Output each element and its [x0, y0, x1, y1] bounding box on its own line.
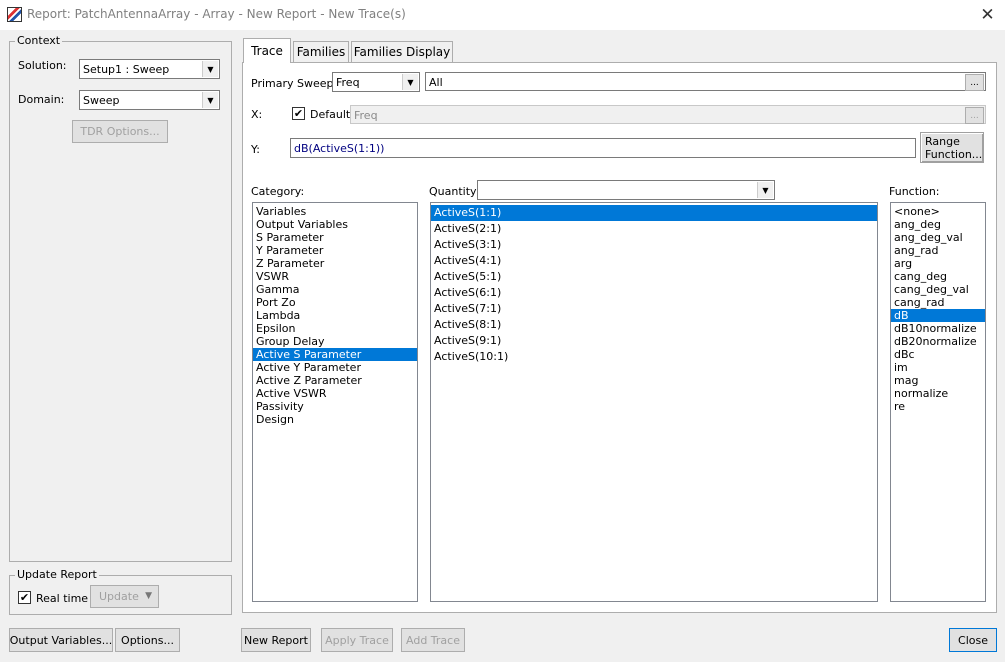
function-list-item[interactable]: dB20normalize	[891, 335, 985, 348]
quantity-list-item[interactable]: ActiveS(7:1)	[431, 301, 877, 317]
quantity-list-item[interactable]: ActiveS(10:1)	[431, 349, 877, 365]
quantity-list-item[interactable]: ActiveS(4:1)	[431, 253, 877, 269]
function-list-item[interactable]: cang_deg_val	[891, 283, 985, 296]
category-list-item[interactable]: Epsilon	[253, 322, 417, 335]
category-list-item[interactable]: Active S Parameter	[253, 348, 417, 361]
primary-sweep-range-value: All	[429, 76, 443, 89]
function-list-item[interactable]: ang_deg_val	[891, 231, 985, 244]
realtime-checkbox[interactable]: ✔	[18, 591, 31, 604]
quantity-list[interactable]: ActiveS(1:1) ActiveS(2:1) ActiveS(3:1) Acti…	[430, 202, 878, 602]
new-report-button[interactable]: New Report	[241, 628, 311, 652]
close-button[interactable]: Close	[949, 628, 997, 652]
category-label: Category:	[251, 185, 305, 198]
checkmark-icon: ✔	[293, 107, 304, 120]
function-list-item[interactable]: dB10normalize	[891, 322, 985, 335]
tdr-options-button[interactable]: TDR Options...	[72, 120, 168, 143]
realtime-label: Real time	[36, 592, 89, 605]
x-value: Freq	[354, 109, 378, 122]
category-list-item[interactable]: Variables	[253, 205, 417, 218]
quantity-list-item[interactable]: ActiveS(8:1)	[431, 317, 877, 333]
y-expression-input[interactable]: dB(ActiveS(1:1))	[290, 138, 916, 158]
primary-sweep-range-field[interactable]: All ...	[425, 72, 986, 91]
chevron-down-icon[interactable]: ▼	[202, 92, 218, 108]
quantity-list-item[interactable]: ActiveS(5:1)	[431, 269, 877, 285]
tab-trace[interactable]: Trace	[243, 38, 291, 63]
function-list-item[interactable]: arg	[891, 257, 985, 270]
category-list-item[interactable]: Group Delay	[253, 335, 417, 348]
quantity-label: Quantity:	[429, 185, 480, 198]
update-button[interactable]: Update ▼	[90, 585, 159, 608]
category-list-item[interactable]: Gamma	[253, 283, 417, 296]
function-label: Function:	[889, 185, 940, 198]
function-list-item[interactable]: mag	[891, 374, 985, 387]
quantity-filter-select[interactable]: ▼	[477, 180, 775, 200]
function-list-item[interactable]: ang_rad	[891, 244, 985, 257]
y-label: Y:	[251, 143, 260, 156]
quantity-list-item[interactable]: ActiveS(2:1)	[431, 221, 877, 237]
ellipsis-icon[interactable]: ...	[965, 107, 984, 124]
quantity-list-item[interactable]: ActiveS(9:1)	[431, 333, 877, 349]
close-window-icon[interactable]: ✕	[970, 2, 1005, 28]
function-list-item[interactable]: dB	[891, 309, 985, 322]
apply-trace-button[interactable]: Apply Trace	[321, 628, 393, 652]
quantity-list-item[interactable]: ActiveS(1:1)	[431, 205, 877, 221]
checkmark-icon: ✔	[19, 591, 30, 604]
chevron-down-icon[interactable]: ▼	[757, 182, 773, 198]
quantity-list-item[interactable]: ActiveS(6:1)	[431, 285, 877, 301]
category-list-item[interactable]: Output Variables	[253, 218, 417, 231]
output-variables-button[interactable]: Output Variables...	[9, 628, 113, 652]
options-button[interactable]: Options...	[115, 628, 180, 652]
update-report-legend: Update Report	[15, 568, 99, 581]
app-icon	[7, 7, 22, 22]
function-list[interactable]: <none> ang_deg ang_deg_val ang_rad arg cang_d…	[890, 202, 986, 602]
category-list-item[interactable]: Passivity	[253, 400, 417, 413]
solution-select[interactable]: Setup1 : Sweep ▼	[79, 59, 220, 79]
category-list-item[interactable]: Z Parameter	[253, 257, 417, 270]
context-legend: Context	[15, 34, 63, 47]
tab-families-display[interactable]: Families Display	[351, 41, 453, 62]
domain-value: Sweep	[83, 94, 120, 107]
title-bar: Report: PatchAntennaArray - Array - New …	[0, 0, 1005, 30]
x-value-field[interactable]: Freq ...	[350, 105, 986, 124]
chevron-down-icon[interactable]: ▼	[402, 74, 418, 90]
ellipsis-icon[interactable]: ...	[965, 74, 984, 91]
category-list-item[interactable]: Y Parameter	[253, 244, 417, 257]
solution-value: Setup1 : Sweep	[83, 63, 170, 76]
function-list-item[interactable]: dBc	[891, 348, 985, 361]
update-button-label: Update	[99, 590, 139, 603]
primary-sweep-label: Primary Sweep:	[251, 77, 338, 90]
function-list-item[interactable]: ang_deg	[891, 218, 985, 231]
x-default-checkbox[interactable]: ✔	[292, 107, 305, 120]
category-list-item[interactable]: Active Z Parameter	[253, 374, 417, 387]
chevron-down-icon[interactable]: ▼	[202, 61, 218, 77]
window-title: Report: PatchAntennaArray - Array - New …	[27, 7, 406, 21]
function-list-item[interactable]: <none>	[891, 205, 985, 218]
category-list-item[interactable]: Active Y Parameter	[253, 361, 417, 374]
category-list-item[interactable]: Port Zo	[253, 296, 417, 309]
primary-sweep-value: Freq	[336, 76, 360, 89]
function-list-item[interactable]: normalize	[891, 387, 985, 400]
solution-label: Solution:	[18, 59, 67, 72]
domain-label: Domain:	[18, 93, 65, 106]
quantity-list-item[interactable]: ActiveS(3:1)	[431, 237, 877, 253]
dropdown-arrow-icon: ▼	[145, 591, 152, 601]
category-list[interactable]: Variables Output Variables S Parameter Y Pa…	[252, 202, 418, 602]
function-list-item[interactable]: re	[891, 400, 985, 413]
category-list-item[interactable]: Active VSWR	[253, 387, 417, 400]
function-list-item[interactable]: cang_rad	[891, 296, 985, 309]
x-default-label: Default	[310, 108, 351, 121]
category-list-item[interactable]: S Parameter	[253, 231, 417, 244]
category-list-item[interactable]: Lambda	[253, 309, 417, 322]
function-list-item[interactable]: cang_deg	[891, 270, 985, 283]
domain-select[interactable]: Sweep ▼	[79, 90, 220, 110]
primary-sweep-select[interactable]: Freq ▼	[332, 72, 420, 92]
category-list-item[interactable]: VSWR	[253, 270, 417, 283]
function-list-item[interactable]: im	[891, 361, 985, 374]
x-label: X:	[251, 108, 263, 121]
add-trace-button[interactable]: Add Trace	[401, 628, 465, 652]
category-list-item[interactable]: Design	[253, 413, 417, 426]
range-function-button[interactable]: Range Function...	[920, 132, 984, 163]
y-expression-value: dB(ActiveS(1:1))	[294, 142, 385, 155]
tab-families[interactable]: Families	[293, 41, 349, 62]
